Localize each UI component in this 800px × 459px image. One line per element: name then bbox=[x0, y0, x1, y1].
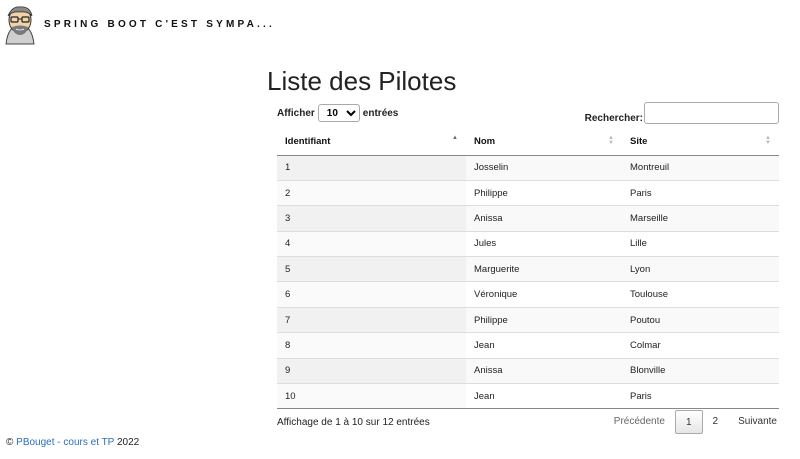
column-header-label: Nom bbox=[474, 135, 496, 147]
search-label: Rechercher: bbox=[584, 112, 643, 124]
pagination: Précédente 1 2 Suivante bbox=[604, 410, 787, 434]
sort-both-icon: ▲ ▼ bbox=[765, 135, 771, 146]
table-controls: Afficher 10 entrées Rechercher: bbox=[277, 102, 779, 126]
cell-nom: Jean bbox=[466, 383, 622, 410]
cell-nom: Marguerite bbox=[466, 256, 622, 282]
column-header-label: Identifiant bbox=[285, 135, 331, 147]
sort-ascending-icon: ▲ bbox=[452, 135, 458, 141]
copyright-symbol: © bbox=[6, 437, 14, 448]
column-header-identifiant[interactable]: Identifiant ▲ bbox=[277, 128, 466, 156]
table-row: 9 Anissa Blonville bbox=[277, 357, 779, 384]
page-title: Liste des Pilotes bbox=[267, 66, 457, 96]
cell-site: Blonville bbox=[622, 357, 779, 384]
main-content: Liste des Pilotes Afficher 10 entrées Re… bbox=[267, 66, 787, 434]
cell-nom: Jules bbox=[466, 230, 622, 257]
search-control: Rechercher: bbox=[585, 102, 779, 124]
cell-site: Lille bbox=[622, 230, 779, 257]
cell-identifiant: 6 bbox=[277, 281, 466, 308]
cell-site: Toulouse bbox=[622, 281, 779, 308]
sort-both-icon: ▲ ▼ bbox=[608, 135, 614, 146]
author-link[interactable]: PBouget - cours et TP bbox=[16, 437, 114, 448]
cell-nom: Philippe bbox=[466, 179, 622, 206]
pilots-table: Identifiant ▲ Nom ▲ ▼ Site ▲ ▼ 1 Josselin … bbox=[277, 128, 779, 410]
table-row: 7 Philippe Poutou bbox=[277, 306, 779, 333]
cell-nom: Josselin bbox=[466, 154, 622, 181]
cell-identifiant: 3 bbox=[277, 205, 466, 232]
cell-nom: Anissa bbox=[466, 357, 622, 384]
cell-site: Colmar bbox=[622, 332, 779, 359]
next-page-button[interactable]: Suivante bbox=[728, 410, 787, 434]
length-label-before: Afficher bbox=[277, 107, 315, 119]
cell-identifiant: 4 bbox=[277, 230, 466, 257]
cell-nom: Véronique bbox=[466, 281, 622, 308]
table-info: Affichage de 1 à 10 sur 12 entrées bbox=[277, 417, 430, 428]
footer: © PBouget - cours et TP 2022 bbox=[6, 437, 139, 448]
cartoon-avatar-icon bbox=[0, 4, 40, 46]
cell-identifiant: 5 bbox=[277, 256, 466, 282]
column-header-site[interactable]: Site ▲ ▼ bbox=[622, 128, 779, 156]
cell-site: Paris bbox=[622, 383, 779, 410]
cell-identifiant: 7 bbox=[277, 306, 466, 333]
previous-page-button[interactable]: Précédente bbox=[604, 410, 675, 434]
cell-site: Lyon bbox=[622, 256, 779, 282]
table-row: 3 Anissa Marseille bbox=[277, 205, 779, 232]
table-row: 4 Jules Lille bbox=[277, 230, 779, 257]
column-header-label: Site bbox=[630, 135, 648, 147]
table-row: 5 Marguerite Lyon bbox=[277, 256, 779, 282]
length-label-after: entrées bbox=[362, 107, 399, 119]
page-2-button[interactable]: 2 bbox=[703, 410, 729, 434]
length-control: Afficher 10 entrées bbox=[277, 104, 398, 122]
column-header-nom[interactable]: Nom ▲ ▼ bbox=[466, 128, 622, 156]
cell-nom: Philippe bbox=[466, 306, 622, 333]
cell-site: Poutou bbox=[622, 306, 779, 333]
cell-site: Marseille bbox=[622, 205, 779, 232]
cell-identifiant: 1 bbox=[277, 154, 466, 181]
cell-site: Paris bbox=[622, 179, 779, 206]
table-row: 10 Jean Paris bbox=[277, 383, 779, 410]
cell-identifiant: 8 bbox=[277, 332, 466, 359]
cell-identifiant: 2 bbox=[277, 179, 466, 206]
cell-nom: Jean bbox=[466, 332, 622, 359]
footer-year: 2022 bbox=[116, 437, 140, 448]
table-row: 8 Jean Colmar bbox=[277, 332, 779, 359]
cell-site: Montreuil bbox=[622, 154, 779, 181]
site-title: SPRING BOOT C'EST SYMPA... bbox=[44, 19, 275, 30]
page-1-button[interactable]: 1 bbox=[674, 410, 703, 434]
entries-per-page-select[interactable]: 10 bbox=[317, 104, 360, 122]
table-row: 1 Josselin Montreuil bbox=[277, 154, 779, 181]
cell-nom: Anissa bbox=[466, 205, 622, 232]
search-input[interactable] bbox=[644, 102, 779, 124]
table-row: 6 Véronique Toulouse bbox=[277, 281, 779, 308]
header: SPRING BOOT C'EST SYMPA... bbox=[0, 0, 800, 48]
cell-identifiant: 10 bbox=[277, 383, 466, 410]
cell-identifiant: 9 bbox=[277, 357, 466, 384]
table-row: 2 Philippe Paris bbox=[277, 179, 779, 206]
